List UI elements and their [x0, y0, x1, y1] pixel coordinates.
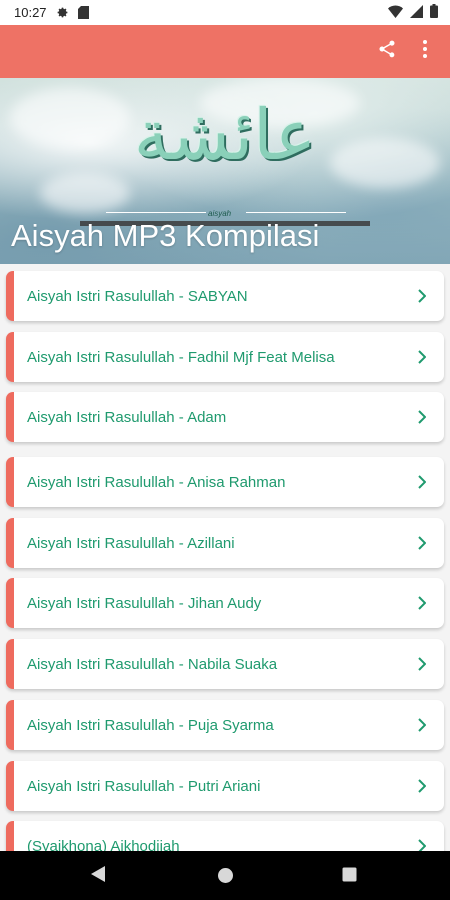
list-item[interactable]: Aisyah Istri Rasulullah - Putri Ariani — [6, 761, 444, 811]
gear-icon — [56, 6, 69, 19]
list-item[interactable]: Aisyah Istri Rasulullah - Fadhil Mjf Fea… — [6, 332, 444, 382]
app-bar — [0, 25, 450, 78]
sd-card-icon — [77, 6, 89, 19]
list-item-label: Aisyah Istri Rasulullah - Putri Ariani — [27, 777, 261, 795]
list-item-label: Aisyah Istri Rasulullah - Puja Syarma — [27, 716, 274, 734]
home-button[interactable] — [217, 867, 234, 889]
chevron-right-icon — [417, 410, 426, 424]
system-nav-bar — [0, 851, 450, 900]
list-item-label: Aisyah Istri Rasulullah - Nabila Suaka — [27, 655, 278, 673]
chevron-right-icon — [417, 350, 426, 364]
status-time: 10:27 — [14, 5, 47, 20]
battery-icon — [430, 4, 438, 21]
overflow-menu-icon — [422, 39, 428, 64]
chevron-right-icon — [417, 596, 426, 610]
list-item-label: (Syaikhona) Aikhodijah — [27, 837, 180, 852]
chevron-right-icon — [417, 475, 426, 489]
banner-divider-right — [246, 212, 346, 213]
list-item[interactable]: Aisyah Istri Rasulullah - Adam — [6, 392, 444, 442]
chevron-right-icon — [417, 839, 426, 851]
share-icon — [377, 39, 397, 64]
chevron-right-icon — [417, 536, 426, 550]
list-item-label: Aisyah Istri Rasulullah - Adam — [27, 408, 227, 426]
wifi-icon — [388, 5, 403, 21]
banner-divider-left — [106, 212, 206, 213]
recents-button[interactable] — [342, 867, 357, 887]
home-icon — [217, 867, 234, 889]
header-banner: عائشة aisyah Aisyah MP3 Kompilasi — [0, 78, 450, 264]
song-list: Aisyah Istri Rasulullah - SABYAN Aisyah … — [0, 264, 450, 851]
chevron-right-icon — [417, 779, 426, 793]
banner-title: Aisyah MP3 Kompilasi — [11, 218, 320, 253]
status-bar: 10:27 — [0, 0, 450, 25]
recents-icon — [342, 867, 357, 887]
list-item[interactable]: Aisyah Istri Rasulullah - SABYAN — [6, 271, 444, 321]
list-item-label: Aisyah Istri Rasulullah - Fadhil Mjf Fea… — [27, 348, 335, 366]
list-item[interactable]: Aisyah Istri Rasulullah - Jihan Audy — [6, 578, 444, 628]
chevron-right-icon — [417, 657, 426, 671]
overflow-menu-button[interactable] — [406, 30, 444, 74]
signal-icon — [410, 4, 423, 21]
list-item[interactable]: (Syaikhona) Aikhodijah — [6, 821, 444, 851]
list-item-label: Aisyah Istri Rasulullah - Jihan Audy — [27, 594, 262, 612]
list-item[interactable]: Aisyah Istri Rasulullah - Nabila Suaka — [6, 639, 444, 689]
list-item[interactable]: Aisyah Istri Rasulullah - Puja Syarma — [6, 700, 444, 750]
back-icon — [90, 865, 106, 888]
list-item-label: Aisyah Istri Rasulullah - Azillani — [27, 534, 235, 552]
list-item[interactable]: Aisyah Istri Rasulullah - Anisa Rahman — [6, 457, 444, 507]
list-item-label: Aisyah Istri Rasulullah - SABYAN — [27, 287, 248, 305]
list-item-label: Aisyah Istri Rasulullah - Anisa Rahman — [27, 473, 286, 491]
list-item[interactable]: Aisyah Istri Rasulullah - Azillani — [6, 518, 444, 568]
banner-arabic-calligraphy: عائشة — [133, 94, 317, 176]
banner-subtitle: aisyah — [208, 209, 232, 218]
chevron-right-icon — [417, 289, 426, 303]
share-button[interactable] — [368, 30, 406, 74]
back-button[interactable] — [90, 865, 106, 888]
chevron-right-icon — [417, 718, 426, 732]
